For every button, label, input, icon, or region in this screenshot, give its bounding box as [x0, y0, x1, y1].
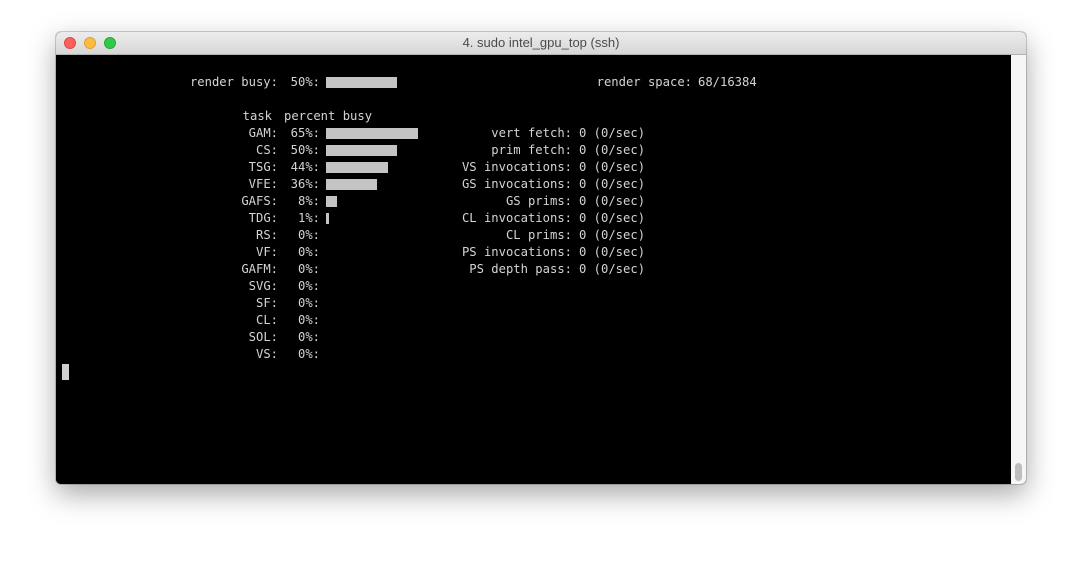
- task-name: TSG:: [248, 160, 278, 174]
- task-name: GAM:: [248, 126, 278, 140]
- counter-label: GS invocations:: [461, 177, 572, 191]
- task-name: GAFS:: [241, 194, 278, 208]
- counter-value: 0 (0/sec): [579, 177, 646, 191]
- task-percent: 0%:: [297, 347, 320, 361]
- task-name: TDG:: [248, 211, 278, 225]
- task-percent: 0%:: [297, 313, 320, 327]
- task-name: GAFM:: [241, 262, 278, 276]
- terminal-output[interactable]: render busy: 50%: render space: 68/16384…: [56, 55, 1011, 484]
- counter-label: CL prims:: [505, 228, 572, 242]
- task-percent: 65%:: [290, 126, 320, 140]
- counter-value: 0 (0/sec): [579, 194, 646, 208]
- task-percent: 0%:: [297, 330, 320, 344]
- task-percent: 0%:: [297, 262, 320, 276]
- counter-value: 0 (0/sec): [579, 262, 646, 276]
- task-busy-bar: [326, 213, 329, 224]
- task-busy-bar: [326, 128, 418, 139]
- render-space-value: 68/16384: [698, 75, 757, 89]
- task-percent: 0%:: [297, 228, 320, 242]
- task-name: VFE:: [248, 177, 278, 191]
- terminal-window: 4. sudo intel_gpu_top (ssh) render busy:…: [56, 32, 1026, 484]
- scrollbar-thumb[interactable]: [1015, 463, 1022, 481]
- counter-label: PS depth pass:: [469, 262, 572, 276]
- counter-label: prim fetch:: [491, 143, 572, 157]
- counter-label: CL invocations:: [461, 211, 572, 225]
- scrollbar[interactable]: [1011, 55, 1026, 484]
- counter-value: 0 (0/sec): [579, 160, 646, 174]
- counter-label: VS invocations:: [461, 160, 572, 174]
- task-column-header: task: [242, 109, 272, 123]
- render-busy-percent: 50%:: [290, 75, 320, 89]
- task-percent: 36%:: [290, 177, 320, 191]
- task-busy-bar: [326, 179, 377, 190]
- render-space-label: render space:: [596, 75, 692, 89]
- title-bar[interactable]: 4. sudo intel_gpu_top (ssh): [56, 32, 1026, 55]
- task-busy-bar: [326, 196, 337, 207]
- task-percent: 0%:: [297, 245, 320, 259]
- counter-value: 0 (0/sec): [579, 228, 646, 242]
- task-name: SVG:: [248, 279, 278, 293]
- task-name: SOL:: [248, 330, 278, 344]
- counter-value: 0 (0/sec): [579, 126, 646, 140]
- render-busy-label: render busy:: [189, 75, 278, 89]
- task-name: RS:: [255, 228, 278, 242]
- task-busy-bar: [326, 145, 397, 156]
- task-name: VF:: [255, 245, 278, 259]
- render-busy-bar: [326, 77, 397, 88]
- task-name: CS:: [255, 143, 278, 157]
- counter-value: 0 (0/sec): [579, 211, 646, 225]
- task-name: CL:: [255, 313, 278, 327]
- terminal-cursor: [62, 364, 69, 380]
- task-percent: 1%:: [297, 211, 320, 225]
- counter-value: 0 (0/sec): [579, 143, 646, 157]
- counter-label: GS prims:: [505, 194, 572, 208]
- window-title: 4. sudo intel_gpu_top (ssh): [462, 35, 620, 50]
- task-percent: 0%:: [297, 296, 320, 310]
- task-busy-bar: [326, 162, 388, 173]
- counter-label: PS invocations:: [461, 245, 572, 259]
- counter-label: vert fetch:: [491, 126, 572, 140]
- percent-busy-column-header: percent busy: [284, 109, 373, 123]
- task-percent: 0%:: [297, 279, 320, 293]
- task-percent: 44%:: [290, 160, 320, 174]
- task-percent: 50%:: [290, 143, 320, 157]
- task-name: VS:: [255, 347, 278, 361]
- counter-value: 0 (0/sec): [579, 245, 646, 259]
- task-percent: 8%:: [297, 194, 320, 208]
- task-name: SF:: [255, 296, 278, 310]
